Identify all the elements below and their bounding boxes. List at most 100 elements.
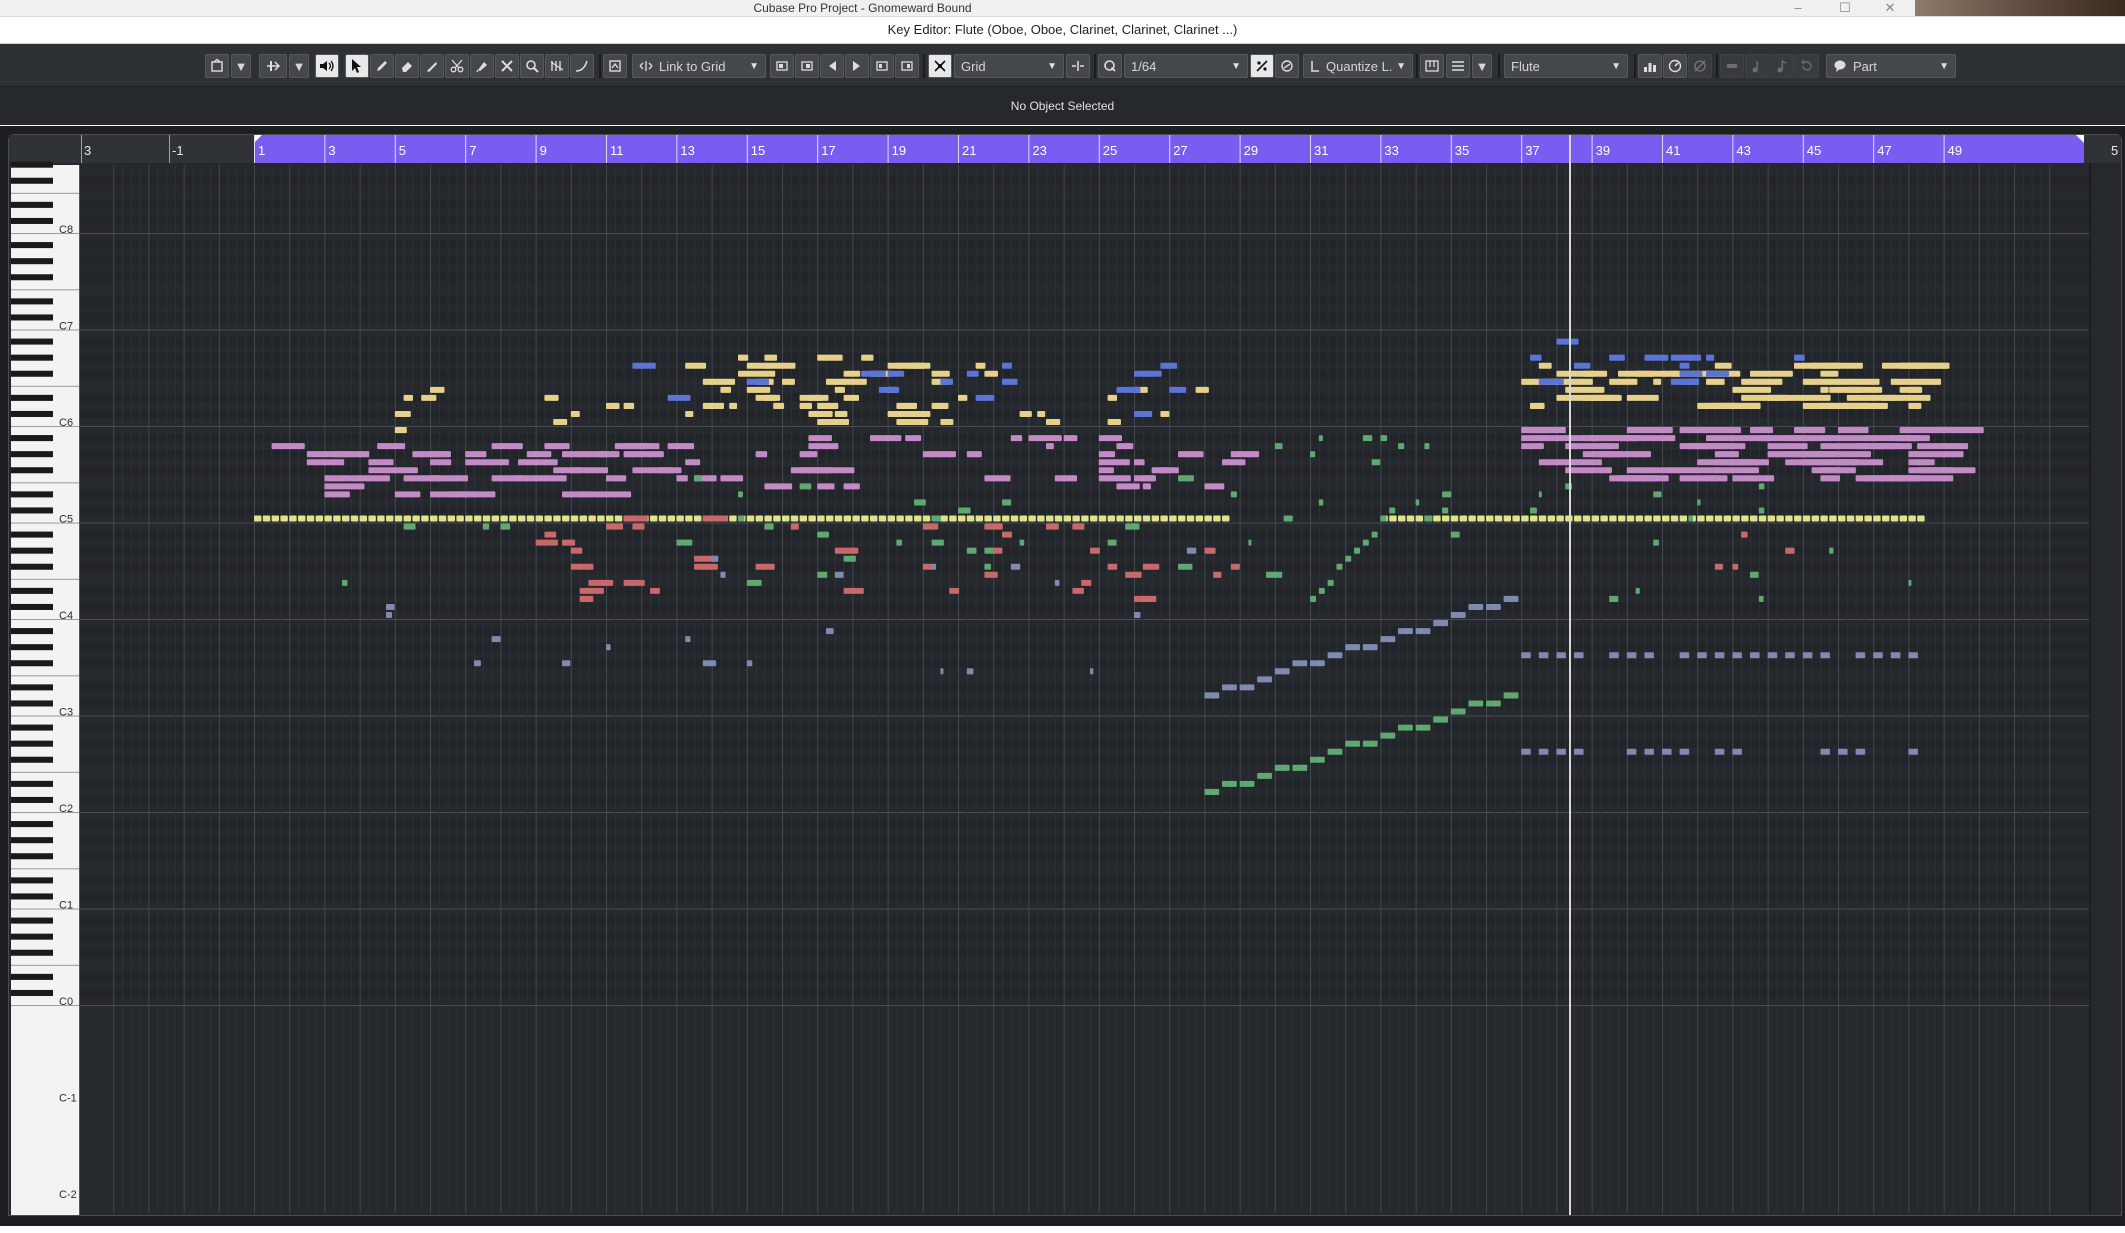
midi-note[interactable] (1054, 475, 1078, 482)
midi-note[interactable] (1486, 515, 1494, 522)
midi-note[interactable] (1538, 652, 1549, 659)
midi-note[interactable] (386, 603, 395, 610)
midi-note[interactable] (1178, 451, 1204, 458)
project-cursor[interactable] (1569, 135, 1571, 1215)
midi-note[interactable] (1054, 515, 1063, 522)
midi-note[interactable] (1626, 467, 1655, 474)
midi-note[interactable] (1090, 515, 1098, 522)
black-key[interactable] (11, 258, 53, 265)
midi-note[interactable] (922, 563, 933, 570)
midi-note[interactable] (817, 354, 837, 361)
mute-tool[interactable] (495, 54, 519, 78)
midi-note[interactable] (1222, 780, 1237, 787)
midi-note[interactable] (1380, 435, 1388, 442)
midi-note[interactable] (1160, 467, 1169, 474)
snap-to-zero-crossing-button[interactable] (1066, 54, 1090, 78)
black-key[interactable] (11, 933, 53, 940)
midi-note[interactable] (1538, 435, 1558, 442)
midi-note[interactable] (1653, 539, 1659, 546)
midi-note[interactable] (1142, 515, 1151, 522)
midi-note[interactable] (474, 660, 481, 667)
midi-note[interactable] (386, 611, 393, 619)
midi-note[interactable] (1098, 515, 1107, 522)
midi-note[interactable] (1398, 443, 1405, 450)
midi-note[interactable] (1125, 523, 1140, 530)
midi-note[interactable] (843, 587, 864, 594)
midi-note[interactable] (1574, 362, 1591, 369)
midi-note[interactable] (1274, 764, 1290, 771)
midi-note[interactable] (817, 483, 835, 490)
midi-note[interactable] (1846, 451, 1871, 458)
midi-note[interactable] (817, 531, 829, 538)
midi-note[interactable] (782, 378, 795, 385)
midi-note[interactable] (773, 362, 796, 369)
black-key[interactable] (11, 467, 53, 474)
midi-note[interactable] (1811, 515, 1820, 522)
midi-note[interactable] (1758, 507, 1765, 514)
midi-note[interactable] (922, 451, 956, 458)
midi-note[interactable] (1354, 547, 1361, 554)
chord-editing-button[interactable] (1420, 54, 1444, 78)
midi-note[interactable] (623, 402, 635, 409)
show-inspector-button[interactable] (205, 54, 229, 78)
midi-note[interactable] (1098, 451, 1116, 458)
midi-note[interactable] (1838, 748, 1848, 755)
midi-note[interactable] (491, 515, 500, 522)
midi-note[interactable] (1063, 435, 1078, 442)
midi-note[interactable] (306, 515, 315, 522)
midi-note[interactable] (588, 515, 596, 522)
midi-note[interactable] (852, 515, 860, 522)
midi-note[interactable] (1890, 652, 1901, 659)
midi-note[interactable] (1574, 652, 1584, 659)
midi-note[interactable] (1626, 394, 1659, 401)
midi-note[interactable] (562, 515, 570, 522)
midi-note[interactable] (1908, 748, 1918, 755)
midi-note[interactable] (1767, 394, 1804, 401)
midi-note[interactable] (1248, 539, 1252, 546)
midi-note[interactable] (914, 418, 929, 426)
midi-note[interactable] (1846, 515, 1855, 522)
midi-note[interactable] (491, 636, 501, 643)
midi-note[interactable] (1116, 443, 1134, 450)
midi-note[interactable] (1283, 515, 1293, 522)
midi-note[interactable] (350, 515, 359, 522)
midi-note[interactable] (1134, 595, 1157, 602)
midi-note[interactable] (755, 451, 768, 458)
midi-note[interactable] (553, 418, 568, 426)
midi-note[interactable] (702, 378, 722, 385)
midi-note[interactable] (1582, 370, 1595, 377)
midi-note[interactable] (826, 418, 849, 426)
midi-note[interactable] (324, 483, 365, 490)
midi-note[interactable] (579, 491, 632, 498)
midi-note[interactable] (764, 483, 793, 490)
midi-note[interactable] (1706, 378, 1725, 385)
midi-note[interactable] (1785, 652, 1795, 659)
midi-note[interactable] (562, 539, 576, 546)
midi-note[interactable] (1732, 652, 1742, 659)
midi-note[interactable] (1732, 475, 1775, 482)
midi-note[interactable] (834, 386, 845, 393)
midi-note[interactable] (570, 515, 579, 522)
midi-note[interactable] (1046, 523, 1059, 530)
midi-note[interactable] (1547, 515, 1556, 522)
grid-type-dropdown[interactable]: Grid ▼ (954, 54, 1064, 78)
midi-note[interactable] (1521, 443, 1544, 450)
object-selection-tool[interactable] (345, 54, 369, 78)
midi-note[interactable] (1116, 515, 1124, 522)
black-key[interactable] (11, 354, 53, 361)
midi-note[interactable] (958, 507, 971, 514)
midi-note[interactable] (861, 354, 874, 361)
midi-note[interactable] (914, 362, 925, 369)
black-key[interactable] (11, 780, 53, 787)
midi-note[interactable] (1468, 603, 1484, 610)
midi-note[interactable] (1222, 459, 1246, 466)
midi-note[interactable] (1785, 515, 1793, 522)
midi-note[interactable] (1134, 459, 1145, 466)
midi-note[interactable] (720, 571, 726, 578)
midi-note[interactable] (834, 547, 859, 554)
black-key[interactable] (11, 201, 53, 208)
lanes-dropdown[interactable]: ▼ (1472, 54, 1492, 78)
midi-note[interactable] (896, 539, 902, 546)
midi-note[interactable] (1732, 515, 1740, 522)
midi-note[interactable] (1679, 427, 1741, 434)
